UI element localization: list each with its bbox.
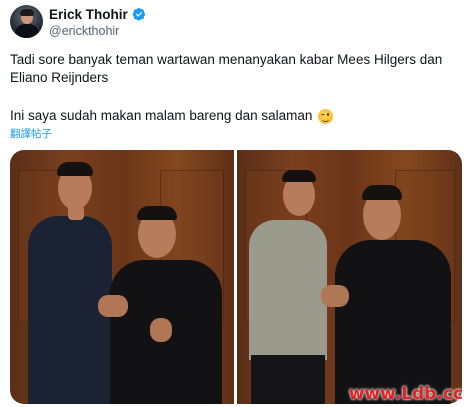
tweet-photo-1[interactable] — [10, 150, 234, 404]
verified-badge-icon — [132, 8, 145, 21]
tweet-text-line-2: Eliano Reijnders — [10, 70, 109, 85]
winking-face-icon — [318, 108, 334, 124]
tweet-text-line-3: Ini saya sudah makan malam bareng dan sa… — [10, 107, 334, 125]
author-handle[interactable]: @erickthohir — [49, 24, 119, 38]
tweet-text-line-1: Tadi sore banyak teman wartawan menanyak… — [10, 52, 443, 67]
photo-person-right — [335, 240, 451, 404]
tweet-text-line-3-text: Ini saya sudah makan malam bareng dan sa… — [10, 108, 313, 123]
watermark-text: www.Ldb.cc — [348, 384, 463, 404]
author-display-name[interactable]: Erick Thohir — [49, 7, 128, 22]
author-name-row: Erick Thohir — [49, 5, 146, 23]
translate-post-link[interactable]: 翻譯帖子 — [10, 126, 52, 141]
photo-person-left — [249, 220, 327, 360]
author-avatar[interactable] — [10, 5, 43, 38]
tweet-photo-2[interactable] — [237, 150, 462, 404]
